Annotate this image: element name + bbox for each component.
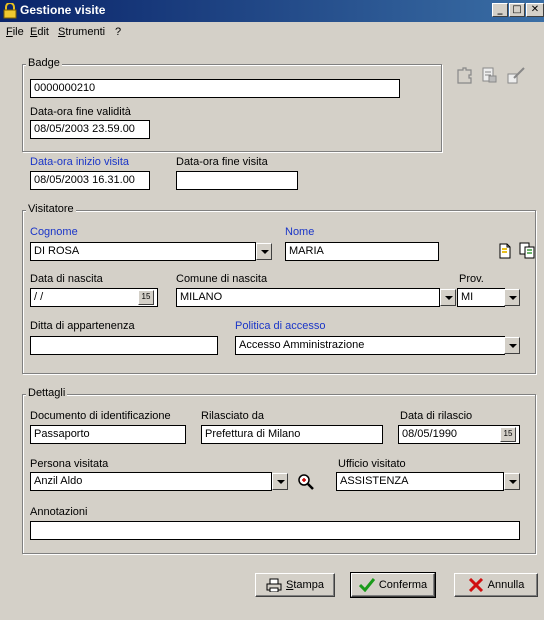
birthdate-label: Data di nascita	[30, 273, 103, 285]
menu-edit[interactable]: Edit	[30, 26, 49, 38]
issued-by-label: Rilasciato da	[201, 410, 264, 422]
policy-dropdown-button[interactable]	[504, 337, 520, 354]
visit-end-label: Data-ora fine visita	[176, 156, 268, 168]
new-document-icon[interactable]	[498, 243, 512, 259]
confirm-button[interactable]: Conferma	[350, 572, 436, 598]
menu-strumenti[interactable]: Strumenti	[58, 26, 105, 38]
person-dropdown-button[interactable]	[272, 473, 288, 490]
visit-start-field[interactable]: 08/05/2003 16.31.00	[30, 171, 150, 190]
person-label: Persona visitata	[30, 458, 109, 470]
doc-field[interactable]: Passaporto	[30, 425, 186, 444]
issued-by-field[interactable]: Prefettura di Milano	[201, 425, 383, 444]
person-select[interactable]: Anzil Aldo	[30, 472, 272, 491]
window-title: Gestione visite	[20, 3, 106, 17]
print-button-label: Stampa	[286, 579, 324, 591]
copy-document-icon[interactable]	[518, 241, 536, 259]
company-label: Ditta di appartenenza	[30, 320, 135, 332]
details-group-label: Dettagli	[26, 387, 68, 399]
cancel-button-label: Annulla	[487, 579, 525, 591]
printer-icon	[266, 578, 282, 592]
policy-select[interactable]: Accesso Amministrazione	[235, 336, 505, 355]
province-select[interactable]: MI	[457, 288, 505, 307]
policy-label: Politica di accesso	[235, 320, 326, 332]
puzzle-icon[interactable]	[456, 66, 474, 84]
province-dropdown-button[interactable]	[504, 289, 520, 306]
visit-end-field[interactable]	[176, 171, 298, 190]
padlock-icon	[3, 3, 17, 19]
issue-date-label: Data di rilascio	[400, 410, 473, 422]
name-field[interactable]: MARIA	[285, 242, 439, 261]
name-label: Nome	[285, 226, 315, 238]
maximize-button[interactable]: □	[509, 3, 525, 17]
close-button[interactable]: ✕	[526, 3, 544, 17]
doc-label: Documento di identificazione	[30, 410, 171, 422]
badge-code-field[interactable]: 0000000210	[30, 79, 400, 98]
zoom-search-icon[interactable]	[296, 472, 316, 492]
visitor-group-label: Visitatore	[26, 203, 76, 215]
surname-dropdown-button[interactable]	[256, 243, 272, 260]
birthdate-calendar-icon[interactable]: 15	[138, 290, 154, 305]
surname-select[interactable]: DI ROSA	[30, 242, 256, 261]
office-dropdown-button[interactable]	[504, 473, 520, 490]
edit-pen-icon[interactable]	[506, 66, 526, 84]
minimize-button[interactable]: _	[492, 3, 508, 17]
surname-label: Cognome	[30, 226, 78, 238]
notes-label: Annotazioni	[30, 506, 88, 518]
red-x-icon	[468, 578, 483, 592]
issue-date-calendar-icon[interactable]: 15	[500, 427, 516, 442]
print-button[interactable]: Stampa	[255, 573, 335, 597]
cancel-button[interactable]: Annulla	[454, 573, 538, 597]
badge-print-icon[interactable]	[480, 66, 498, 84]
confirm-button-label: Conferma	[378, 579, 428, 591]
birthplace-dropdown-button[interactable]	[440, 289, 456, 306]
menu-help[interactable]: ?	[115, 26, 121, 38]
validity-label: Data-ora fine validità	[30, 106, 131, 118]
visit-start-label: Data-ora inizio visita	[30, 156, 130, 168]
checkmark-icon	[358, 578, 375, 592]
province-label: Prov.	[459, 273, 484, 285]
validity-field[interactable]: 08/05/2003 23.59.00	[30, 120, 150, 139]
office-select[interactable]: ASSISTENZA	[336, 472, 504, 491]
birthplace-select[interactable]: MILANO	[176, 288, 440, 307]
badge-group-label: Badge	[26, 57, 62, 69]
notes-field[interactable]	[30, 521, 520, 540]
menu-file[interactable]: File	[6, 26, 24, 38]
office-label: Ufficio visitato	[338, 458, 406, 470]
company-field[interactable]	[30, 336, 218, 355]
birthplace-label: Comune di nascita	[176, 273, 268, 285]
